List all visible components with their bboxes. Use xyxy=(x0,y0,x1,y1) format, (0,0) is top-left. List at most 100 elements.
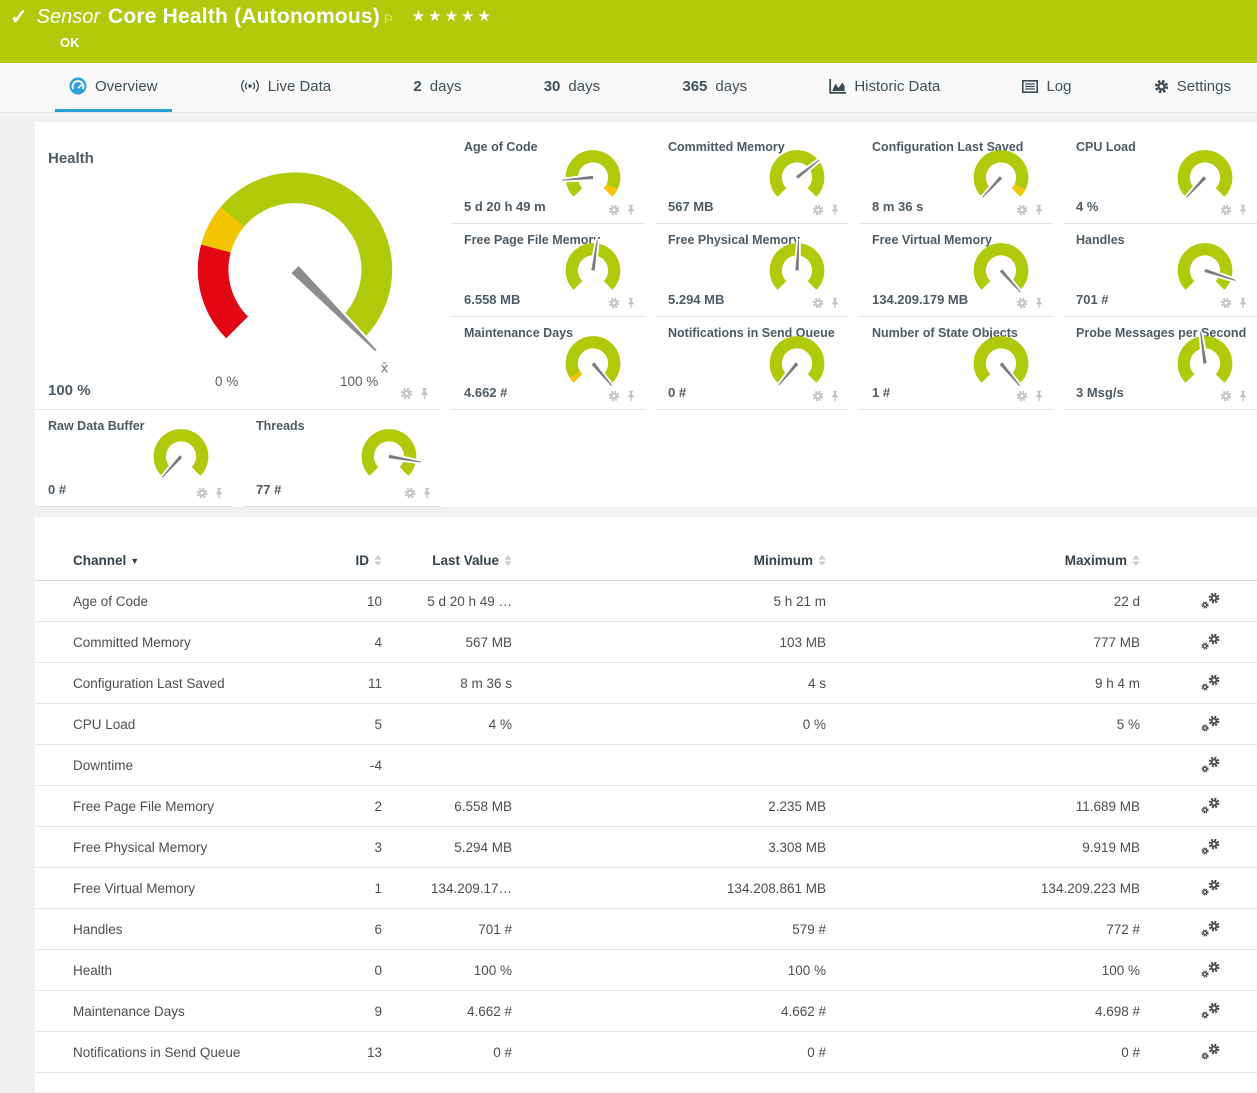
gear-icon[interactable] xyxy=(812,297,824,309)
channel-settings-gears-icon[interactable] xyxy=(1201,797,1220,813)
column-header-minimum[interactable]: Minimum xyxy=(520,543,834,581)
gear-icon[interactable] xyxy=(1016,297,1028,309)
gauge-tile-probe-messages-per-second[interactable]: Probe Messages per Second 3 Msg/s xyxy=(1063,317,1257,410)
channel-settings-gears-icon[interactable] xyxy=(1201,715,1220,731)
gauge-value: 5 d 20 h 49 m xyxy=(464,199,546,214)
gear-icon[interactable] xyxy=(1016,204,1028,216)
gauge-dial xyxy=(1172,239,1238,300)
column-header-channel[interactable]: Channel▼ xyxy=(35,543,328,581)
gauge-title: Health xyxy=(48,150,94,167)
cell-minimum: 100 % xyxy=(520,950,834,991)
gauge-tile-number-of-state-objects[interactable]: Number of State Objects 1 # xyxy=(859,317,1053,410)
channel-settings-gears-icon[interactable] xyxy=(1201,879,1220,895)
channel-settings-gears-icon[interactable] xyxy=(1201,1043,1220,1059)
table-row[interactable]: Handles6701 #579 #772 # xyxy=(35,909,1257,950)
gauge-tile-notifications-in-send-queue[interactable]: Notifications in Send Queue 0 # xyxy=(655,317,849,410)
pin-icon[interactable] xyxy=(1033,297,1045,309)
cell-last-value: 8 m 36 s xyxy=(390,663,520,704)
pin-icon[interactable] xyxy=(829,297,841,309)
channel-settings-gears-icon[interactable] xyxy=(1201,920,1220,936)
pin-icon[interactable] xyxy=(625,204,637,216)
gauge-tile-age-of-code[interactable]: Age of Code 5 d 20 h 49 m xyxy=(451,131,645,224)
tab-2-days[interactable]: 2 days xyxy=(399,63,475,112)
gear-icon[interactable] xyxy=(812,204,824,216)
gear-icon[interactable] xyxy=(1220,204,1232,216)
gauge-value: 701 # xyxy=(1076,292,1109,307)
pin-icon[interactable] xyxy=(1033,390,1045,402)
cell-maximum: 772 # xyxy=(834,909,1148,950)
tab-365-days[interactable]: 365 days xyxy=(668,63,761,112)
gear-icon[interactable] xyxy=(1016,390,1028,402)
table-row[interactable]: Health0100 %100 %100 % xyxy=(35,950,1257,991)
tab-historic-data[interactable]: Historic Data xyxy=(815,63,954,112)
gear-icon[interactable] xyxy=(608,297,620,309)
table-row[interactable]: Maintenance Days94.662 #4.662 #4.698 # xyxy=(35,991,1257,1032)
tab-log[interactable]: Log xyxy=(1008,63,1085,112)
gauge-value: 5.294 MB xyxy=(668,292,724,307)
gear-icon[interactable] xyxy=(608,390,620,402)
gauge-tile-committed-memory[interactable]: Committed Memory 567 MB xyxy=(655,131,849,224)
channel-settings-gears-icon[interactable] xyxy=(1201,961,1220,977)
channel-settings-gears-icon[interactable] xyxy=(1201,838,1220,854)
gauge-tile-raw-data-buffer[interactable]: Raw Data Buffer 0 # xyxy=(35,410,233,507)
cell-id: 10 xyxy=(328,581,390,622)
gauge-min-label: 0 % xyxy=(215,374,238,389)
pin-icon[interactable] xyxy=(1237,297,1249,309)
priority-stars[interactable]: ★★★★★ xyxy=(412,7,494,25)
gauge-tile-configuration-last-saved[interactable]: Configuration Last Saved 8 m 36 s xyxy=(859,131,1053,224)
table-row[interactable]: CPU Load54 %0 %5 % xyxy=(35,704,1257,745)
pin-icon[interactable] xyxy=(1033,204,1045,216)
tab-overview[interactable]: Overview xyxy=(55,63,172,112)
table-row[interactable]: Free Physical Memory35.294 MB3.308 MB9.9… xyxy=(35,827,1257,868)
cell-actions xyxy=(1148,581,1257,622)
pin-icon[interactable] xyxy=(213,487,225,499)
tab-settings[interactable]: Settings xyxy=(1140,63,1245,112)
gauge-tile-threads[interactable]: Threads 77 # xyxy=(243,410,441,507)
table-row[interactable]: Notifications in Send Queue130 #0 #0 # xyxy=(35,1032,1257,1073)
table-row[interactable]: Free Page File Memory26.558 MB2.235 MB11… xyxy=(35,786,1257,827)
cell-maximum: 4.698 # xyxy=(834,991,1148,1032)
table-row[interactable]: Free Virtual Memory1134.209.17…134.208.8… xyxy=(35,868,1257,909)
channel-settings-gears-icon[interactable] xyxy=(1201,674,1220,690)
gauge-tile-free-physical-memory[interactable]: Free Physical Memory 5.294 MB xyxy=(655,224,849,317)
pin-icon[interactable] xyxy=(1237,390,1249,402)
gauge-tile-free-page-file-memory[interactable]: Free Page File Memory 6.558 MB xyxy=(451,224,645,317)
tab-label: days xyxy=(568,78,600,95)
gear-icon[interactable] xyxy=(608,204,620,216)
tab-30-days[interactable]: 30 days xyxy=(530,63,614,112)
table-row[interactable]: Configuration Last Saved118 m 36 s4 s9 h… xyxy=(35,663,1257,704)
gauge-tile-handles[interactable]: Handles 701 # xyxy=(1063,224,1257,317)
gauge-title: Handles xyxy=(1076,233,1125,247)
pin-icon[interactable] xyxy=(829,204,841,216)
channel-settings-gears-icon[interactable] xyxy=(1201,756,1220,772)
gear-icon[interactable] xyxy=(812,390,824,402)
gauge-tile-maintenance-days[interactable]: Maintenance Days 4.662 # xyxy=(451,317,645,410)
table-row[interactable]: Age of Code105 d 20 h 49 …5 h 21 m22 d xyxy=(35,581,1257,622)
channel-settings-gears-icon[interactable] xyxy=(1201,592,1220,608)
gauge-tile-cpu-load[interactable]: CPU Load 4 % xyxy=(1063,131,1257,224)
pin-icon[interactable] xyxy=(625,390,637,402)
table-row[interactable]: Downtime-4 xyxy=(35,745,1257,786)
pin-icon[interactable] xyxy=(421,487,433,499)
gauge-tile-health[interactable]: Health x̄ 0 % 100 % 100 % xyxy=(35,131,441,410)
gear-icon[interactable] xyxy=(400,387,413,400)
sort-arrows-icon xyxy=(374,555,382,566)
pin-icon[interactable] xyxy=(1237,204,1249,216)
pin-icon[interactable] xyxy=(625,297,637,309)
table-row[interactable]: Committed Memory4567 MB103 MB777 MB xyxy=(35,622,1257,663)
gear-icon[interactable] xyxy=(1220,390,1232,402)
pin-icon[interactable] xyxy=(418,387,431,400)
gear-icon[interactable] xyxy=(1220,297,1232,309)
gauge-tile-free-virtual-memory[interactable]: Free Virtual Memory 134.209.179 MB xyxy=(859,224,1053,317)
channel-settings-gears-icon[interactable] xyxy=(1201,633,1220,649)
column-header-id[interactable]: ID xyxy=(328,543,390,581)
object-kind-label: Sensor xyxy=(37,6,100,29)
gear-icon[interactable] xyxy=(404,487,416,499)
gauge-dial xyxy=(968,239,1034,300)
gear-icon[interactable] xyxy=(196,487,208,499)
pin-icon[interactable] xyxy=(829,390,841,402)
column-header-maximum[interactable]: Maximum xyxy=(834,543,1148,581)
channel-settings-gears-icon[interactable] xyxy=(1201,1002,1220,1018)
column-header-last-value[interactable]: Last Value xyxy=(390,543,520,581)
tab-live-data[interactable]: Live Data xyxy=(226,63,345,112)
